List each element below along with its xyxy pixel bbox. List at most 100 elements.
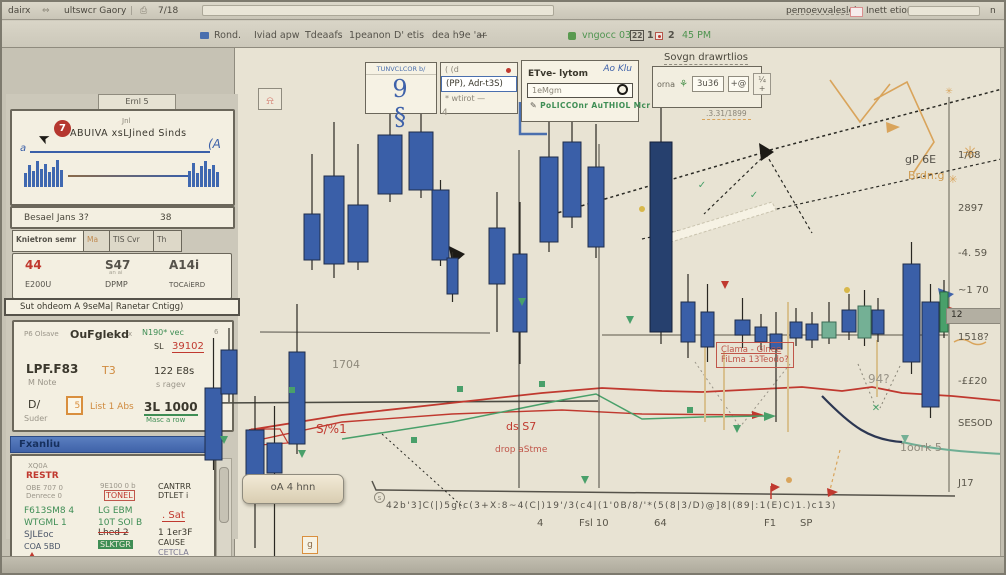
tab-th[interactable]: Th (154, 230, 182, 252)
search-input[interactable]: 1eMgm (527, 83, 633, 98)
detail-c2r1a: 9E100 0 b (100, 482, 136, 490)
detail-c2r3b: SLKTGR (98, 540, 133, 549)
chart-type-icon[interactable] (200, 30, 209, 41)
sidebar-tab-ernl[interactable]: Ernl 5 (98, 94, 176, 109)
menu-file[interactable]: dairx (8, 6, 31, 16)
clock-label: 45 PM (682, 30, 712, 41)
toolbar-item-iviad[interactable]: Iviad apw (254, 30, 300, 41)
toolbar-item-1peanon[interactable]: 1peanon (349, 30, 391, 41)
stat-item: A14i TOCAiERD (169, 258, 205, 291)
count-badge-2: 2 (668, 30, 675, 41)
toolbar-item-dash[interactable]: — (478, 30, 488, 41)
status-wide-bar[interactable]: Sut ohdeom A 9seMa| Ranetar Cntigg) (4, 298, 240, 316)
title-inset-bar (202, 5, 554, 16)
detail-c1r1a: OBE 707 0 (26, 484, 63, 492)
detail-c3r2: . Sat (162, 510, 185, 522)
main-area: Ernl 5 Jnl 7 ➤ ABUIVA xsLJined Sinds a (… (2, 48, 1004, 573)
summary-value: 38 (160, 213, 172, 223)
divider: | (130, 6, 134, 16)
connector-line (68, 175, 188, 177)
line-start-label: a (20, 143, 27, 154)
tools-field[interactable]: 3u36 (691, 76, 724, 92)
section-header-fxanliu[interactable]: Fxanliu (10, 436, 212, 453)
tools-panel[interactable]: orna ⚘ 3u36 +@ ¼ + (652, 66, 771, 108)
record-icon[interactable] (655, 30, 663, 41)
stat-value: A14i (169, 258, 200, 272)
tab-tiscvr[interactable]: TIS Cvr (110, 230, 154, 252)
dropdown-row-1[interactable]: ( (d (441, 63, 517, 76)
toolbar-item-tdeaafs[interactable]: Tdeaafs (305, 30, 343, 41)
current-price-tag: 12 (946, 308, 1004, 324)
pos-amount-sub: s ragev (156, 380, 186, 389)
pos-sl-label: SL (154, 342, 164, 351)
summary-bar[interactable]: Besael Jans 3? 38 (10, 206, 235, 229)
insert-checkbox[interactable] (850, 7, 863, 17)
detail-h2: RESTR (26, 471, 59, 481)
titlebar: dairx ⇔ ultswcr Gaory | ⎙ 7/18 pemoevval… (2, 2, 1004, 20)
position-panel: P6 Olsave OuFglekd x N190* vec 6 SL 3910… (12, 320, 234, 432)
note-line-1: Clama - Glnee (721, 345, 782, 355)
stat-label: E200U (25, 280, 52, 289)
dropdown-row-1-label: ( (d (445, 65, 459, 74)
detail-c3r1a: CANTRR (158, 482, 192, 491)
detail-c3r3a: 1 1er3F (158, 528, 193, 538)
lot-icon[interactable]: 5 (66, 396, 83, 415)
skyline-left-icon (24, 160, 63, 187)
tab-ma[interactable]: Ma (84, 230, 110, 252)
sidebar: Ernl 5 Jnl 7 ➤ ABUIVA xsLJined Sinds a (… (4, 94, 240, 573)
app-window: dairx ⇔ ultswcr Gaory | ⎙ 7/18 pemoevval… (0, 0, 1006, 575)
toolbar-item-detis[interactable]: D' etis (394, 30, 424, 41)
detail-c1r1b: Denrece 0 (26, 492, 62, 500)
doc-mini-icon[interactable]: g (302, 536, 318, 554)
detail-c2r2a: LG EBM (98, 506, 133, 516)
brand-underline (30, 151, 210, 153)
pos-tiny: 6 (214, 328, 219, 336)
magnifier-icon[interactable] (617, 84, 628, 95)
pos-x: x (128, 330, 133, 338)
pos-note: M Note (28, 378, 57, 387)
search-title: ETve- lytom (528, 69, 588, 79)
settings-link[interactable]: pemoevvaleslek (786, 6, 859, 16)
print-icon[interactable]: ⎙ (140, 6, 147, 16)
tools-sub-box[interactable]: ¼ + (753, 73, 771, 95)
stat-value: 44 (25, 258, 42, 272)
pos-list[interactable]: List 1 Abs (90, 402, 134, 412)
detail-c1r2a: F613SM8 4 (24, 506, 75, 516)
window-controls-icon[interactable]: ⇔ (42, 6, 50, 16)
menu-ratio[interactable]: 7/18 (158, 6, 178, 16)
dropdown-panel[interactable]: ( (d (PP), Adr-t3S) * wtirot — (440, 62, 518, 114)
search-right-label[interactable]: Ao Klu (603, 61, 638, 74)
pos-d: D/ (28, 398, 41, 411)
pos-suder: Suder (24, 414, 48, 423)
drawings-label: Sovgn drawrtlios (664, 52, 748, 65)
detail-c1r3a: SJLEoc (24, 530, 54, 540)
counter-panel[interactable]: TUNVCLCOR b/ 9 § (365, 62, 437, 131)
circled-note: s (374, 492, 385, 503)
pos-sl-value: 39102 (172, 341, 204, 353)
indicator-icon[interactable] (568, 30, 576, 41)
counter-digits: 9 § (392, 75, 422, 131)
alert-box[interactable]: ⍾ (258, 88, 282, 110)
chart-area[interactable] (234, 48, 1000, 556)
calendar-badge[interactable]: 22 (630, 30, 645, 41)
window-right-edge (1000, 48, 1004, 556)
tools-add-button[interactable]: +@ (727, 76, 750, 92)
annotation-note-box[interactable]: Clama - Glnee FiLma 13Teodo? (716, 342, 794, 368)
pos-symbol: OuFglekd (70, 328, 129, 341)
tab-knietron[interactable]: Knietron semr (12, 230, 84, 252)
search-panel[interactable]: ETve- lytom Ao Klu 1eMgm ✎ PoLICCOnr AuT… (521, 60, 650, 122)
menu-view[interactable]: ultswcr Gaory (64, 6, 126, 16)
indicator-label[interactable]: vngocc 03 (582, 30, 631, 41)
dropdown-row-selected[interactable]: (PP), Adr-t3S) (441, 76, 517, 92)
dropdown-row-3[interactable]: * wtirot — (441, 92, 517, 105)
count-badge: 1 (647, 30, 654, 41)
detail-c2r2b: 10T SOl B (98, 518, 143, 528)
lot-icon-label: 5 (74, 401, 81, 411)
scrollbar-thumb[interactable] (219, 467, 229, 523)
bell-icon: ⍾ (266, 94, 274, 107)
pos-change: N190* vec (142, 328, 184, 337)
order-button[interactable]: oA 4 hnn (242, 474, 344, 504)
pos-price: LPF.F83 (26, 362, 79, 376)
toolbar-item-rond[interactable]: Rond. (214, 30, 241, 41)
detail-c2r1b: TONEL (104, 490, 135, 501)
